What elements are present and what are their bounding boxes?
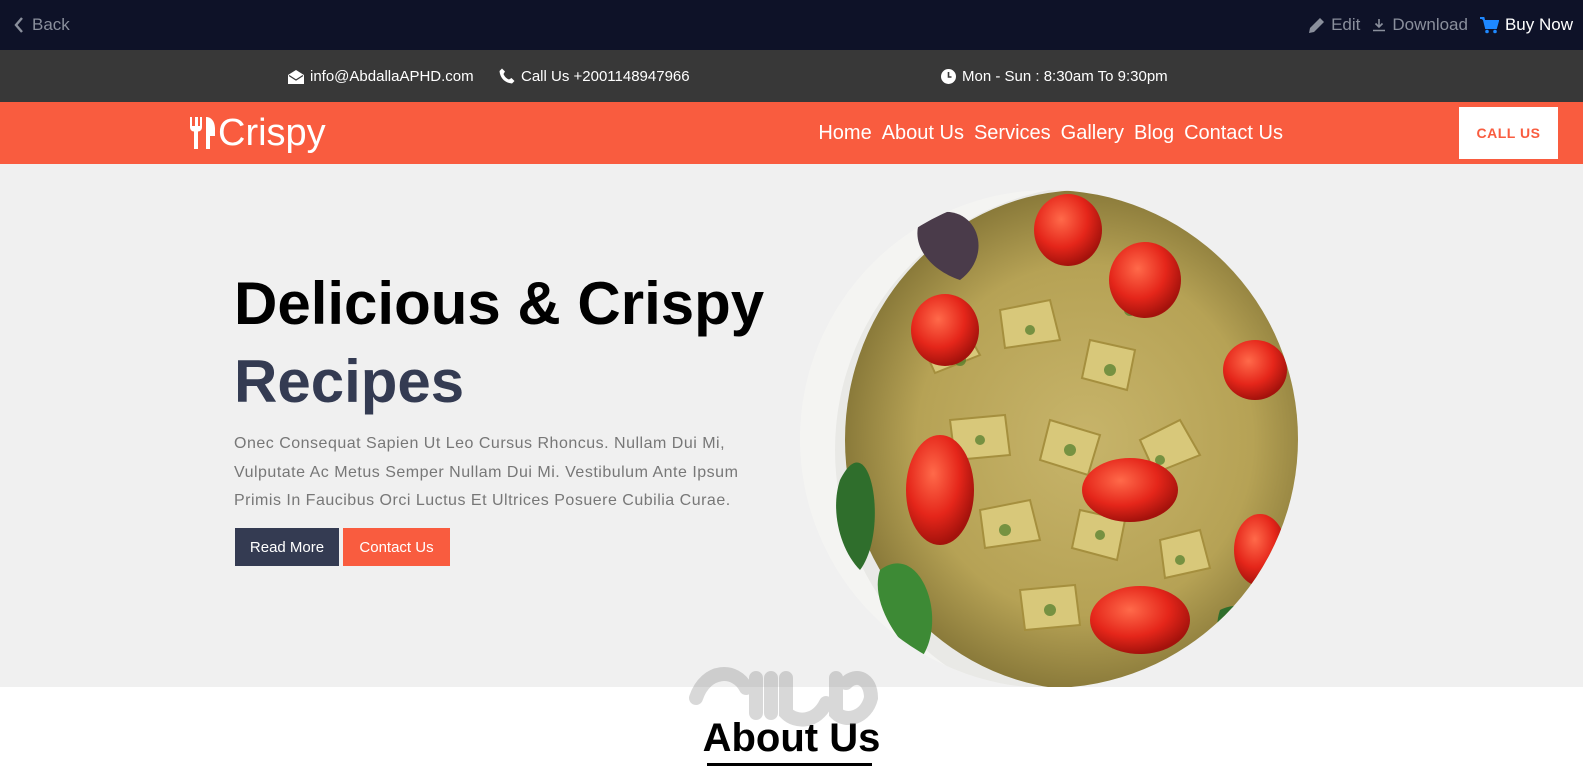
buy-now-link[interactable]: Buy Now (1479, 15, 1573, 35)
hours-text: Mon - Sun : 8:30am To 9:30pm (962, 67, 1168, 85)
cart-icon (1479, 16, 1499, 33)
hero-description: Onec Consequat Sapien Ut Leo Cursus Rhon… (234, 435, 739, 509)
edit-label: Edit (1331, 15, 1361, 34)
phone-text: Call Us +2001148947966 (521, 67, 690, 85)
hero-title: Delicious & Crispy (234, 270, 765, 337)
hero-section: Delicious & Crispy Recipes Onec Consequa… (0, 164, 1583, 687)
back-link[interactable]: Back (14, 0, 70, 50)
logo-text: Crispy (218, 111, 326, 154)
nav-blog[interactable]: Blog (1134, 122, 1174, 145)
envelope-open-icon (288, 69, 304, 84)
main-nav: Crispy Home About Us Services Gallery Bl… (0, 102, 1583, 164)
edit-link[interactable]: Edit (1308, 15, 1360, 35)
pasta-dish-image (800, 190, 1298, 687)
info-bar: info@AbdallaAPHD.com Call Us +2001148947… (0, 50, 1583, 102)
preview-actions: Edit Download Buy Now (1308, 0, 1573, 50)
preview-bar: Back Edit Download Buy Now (0, 0, 1583, 50)
logo[interactable]: Crispy (189, 102, 326, 164)
nav-services[interactable]: Services (974, 122, 1051, 145)
mostaql-watermark (686, 658, 882, 746)
email-text: info@AbdallaAPHD.com (310, 67, 474, 85)
hours-info: Mon - Sun : 8:30am To 9:30pm (941, 50, 1168, 102)
chevron-left-icon (14, 17, 23, 33)
email-info[interactable]: info@AbdallaAPHD.com (288, 50, 474, 102)
download-link[interactable]: Download (1372, 15, 1468, 35)
back-label: Back (32, 15, 70, 34)
pencil-icon (1309, 17, 1325, 33)
fork-knife-icon (190, 117, 215, 149)
about-underline (707, 763, 872, 766)
phone-info[interactable]: Call Us +2001148947966 (499, 50, 690, 102)
hero-title-accent: Recipes (234, 348, 465, 415)
clock-icon (941, 68, 956, 84)
nav-gallery[interactable]: Gallery (1061, 122, 1124, 145)
phone-icon (499, 68, 515, 84)
buy-now-label: Buy Now (1504, 15, 1573, 34)
nav-about-us[interactable]: About Us (882, 122, 964, 145)
contact-us-button[interactable]: Contact Us (343, 528, 450, 566)
nav-contact-us[interactable]: Contact Us (1184, 122, 1283, 145)
nav-home[interactable]: Home (818, 122, 871, 145)
download-icon (1373, 19, 1386, 32)
read-more-button[interactable]: Read More (235, 528, 339, 566)
nav-menu: Home About Us Services Gallery Blog Cont… (818, 102, 1283, 164)
download-label: Download (1392, 15, 1468, 34)
call-us-button[interactable]: CALL US (1459, 107, 1558, 159)
